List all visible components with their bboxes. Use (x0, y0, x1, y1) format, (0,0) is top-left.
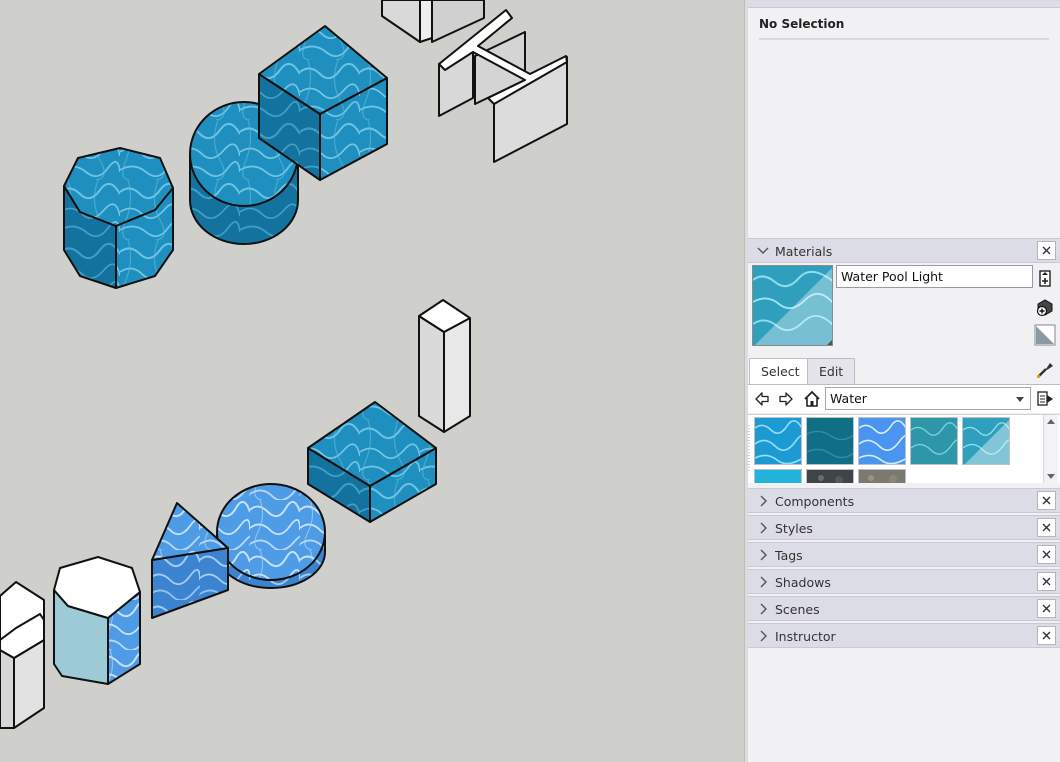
styles-panel-title: Styles (775, 521, 813, 536)
close-instructor-button[interactable] (1037, 626, 1056, 645)
instructor-panel-title: Instructor (775, 629, 836, 644)
material-thumbnail[interactable] (910, 417, 958, 465)
close-styles-button[interactable] (1037, 518, 1056, 537)
material-thumbnail[interactable] (806, 417, 854, 465)
create-material-icon[interactable] (1034, 296, 1056, 318)
scenes-panel-title: Scenes (775, 602, 820, 617)
shadows-panel-header[interactable]: Shadows (748, 569, 1060, 594)
white-block-top[interactable] (381, 0, 485, 43)
materials-panel: Water Pool Light Select Edit Water (748, 264, 1060, 483)
library-dropdown[interactable]: Water (825, 387, 1031, 410)
chevron-right-icon (760, 549, 767, 561)
close-icon (1042, 523, 1051, 532)
chevron-right-icon (760, 603, 767, 615)
triangle-prism-water-light[interactable] (151, 502, 229, 619)
chevron-right-icon (760, 576, 767, 588)
sample-paint-icon[interactable] (1035, 360, 1055, 380)
model-scene[interactable] (0, 0, 744, 762)
components-panel-header[interactable]: Components (748, 488, 1060, 513)
tags-panel-header[interactable]: Tags (748, 542, 1060, 567)
tags-panel-title: Tags (775, 548, 803, 563)
entity-info-title: No Selection (759, 17, 845, 31)
chevron-right-icon (760, 495, 767, 507)
materials-tabs: Select Edit (749, 358, 1059, 385)
scenes-panel-header[interactable]: Scenes (748, 596, 1060, 621)
tab-edit[interactable]: Edit (807, 358, 856, 384)
close-icon (1042, 631, 1051, 640)
close-scenes-button[interactable] (1037, 599, 1056, 618)
close-tags-button[interactable] (1037, 545, 1056, 564)
close-icon (1042, 246, 1051, 255)
material-thumbnail[interactable] (754, 417, 802, 465)
library-navigation: Water (748, 385, 1060, 413)
disc-cylinder-water-light[interactable] (216, 483, 326, 589)
details-arrow-icon[interactable] (1036, 390, 1054, 408)
close-icon (1042, 550, 1051, 559)
white-post[interactable] (418, 299, 471, 433)
shadows-panel-title: Shadows (775, 575, 831, 590)
material-name-field[interactable]: Water Pool Light (836, 265, 1033, 288)
flat-box-water[interactable] (307, 401, 437, 523)
material-thumbnail[interactable] (858, 417, 906, 465)
current-material-swatch[interactable] (752, 265, 833, 346)
close-components-button[interactable] (1037, 491, 1056, 510)
chevron-down-icon (757, 247, 769, 254)
scroll-up-icon[interactable] (1047, 419, 1055, 424)
material-thumbnail-selected[interactable] (962, 417, 1010, 465)
chevron-right-icon (760, 522, 767, 534)
octagon-prism-water[interactable] (63, 147, 174, 289)
entity-info-header[interactable] (748, 0, 1060, 8)
display-secondary-pane-icon[interactable] (1034, 268, 1056, 290)
close-materials-button[interactable] (1037, 241, 1056, 260)
i-beam-shape[interactable] (438, 9, 568, 163)
hexagon-prism[interactable] (53, 556, 141, 685)
default-tray: No Selection Materials Water Pool Light (748, 0, 1060, 762)
material-thumbnail-grid (748, 414, 1060, 483)
home-icon[interactable] (803, 390, 821, 408)
material-thumbnail[interactable] (858, 469, 906, 483)
default-material-icon[interactable] (1034, 324, 1056, 346)
dropdown-arrow-icon (1016, 397, 1024, 402)
materials-panel-title: Materials (775, 244, 833, 259)
entity-info-divider (759, 38, 1049, 40)
model-viewport[interactable] (0, 0, 744, 762)
chevron-right-icon (760, 630, 767, 642)
library-dropdown-value: Water (830, 391, 867, 406)
instructor-panel-header[interactable]: Instructor (748, 623, 1060, 648)
close-icon (1042, 604, 1051, 613)
close-icon (1042, 577, 1051, 586)
scroll-down-icon[interactable] (1047, 474, 1055, 479)
forward-arrow-icon[interactable] (778, 391, 794, 407)
close-shadows-button[interactable] (1037, 572, 1056, 591)
material-thumbnail[interactable] (806, 469, 854, 483)
close-icon (1042, 496, 1051, 505)
l-shaped-block[interactable] (0, 581, 45, 729)
components-panel-title: Components (775, 494, 855, 509)
materials-panel-header[interactable]: Materials (748, 238, 1060, 263)
styles-panel-header[interactable]: Styles (748, 515, 1060, 540)
material-thumbnail[interactable] (754, 469, 802, 483)
tab-select[interactable]: Select (749, 358, 812, 385)
thumbnail-scrollbar[interactable] (1043, 415, 1058, 483)
grid-resize-grip[interactable] (748, 415, 750, 483)
back-arrow-icon[interactable] (754, 391, 770, 407)
